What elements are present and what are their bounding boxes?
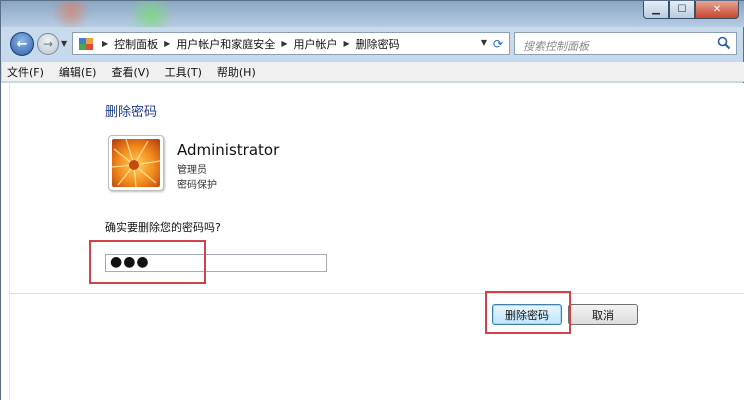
password-highlight-box bbox=[89, 240, 206, 284]
title-bar: ▁ ☐ ✕ bbox=[1, 1, 744, 27]
menu-help[interactable]: 帮助(H) bbox=[217, 64, 256, 80]
breadcrumb-user-accounts[interactable]: 用户帐户 bbox=[293, 36, 337, 52]
breadcrumb-arrow-icon[interactable]: ▶ bbox=[164, 39, 170, 48]
maximize-button[interactable]: ☐ bbox=[669, 1, 695, 19]
search-icon[interactable] bbox=[717, 36, 731, 50]
user-name: Administrator bbox=[177, 141, 280, 159]
breadcrumb-arrow-icon[interactable]: ▶ bbox=[343, 39, 349, 48]
navigation-row: ← → ▼ ▶ 控制面板 ▶ 用户帐户和家庭安全 ▶ 用户帐户 ▶ 删除密码 ▼… bbox=[1, 27, 744, 61]
breadcrumb-control-panel[interactable]: 控制面板 bbox=[114, 36, 158, 52]
breadcrumb-user-accounts-family-safety[interactable]: 用户帐户和家庭安全 bbox=[176, 36, 275, 52]
search-placeholder: 搜索控制面板 bbox=[523, 40, 589, 53]
breadcrumb-arrow-icon[interactable]: ▶ bbox=[102, 39, 108, 48]
section-divider bbox=[10, 293, 744, 294]
user-role: 管理员 bbox=[177, 165, 207, 176]
control-panel-icon bbox=[76, 35, 96, 53]
user-password-status: 密码保护 bbox=[177, 180, 217, 191]
flower-avatar-icon bbox=[112, 139, 160, 187]
menu-file[interactable]: 文件(F) bbox=[7, 64, 44, 80]
search-input[interactable]: 搜索控制面板 bbox=[514, 32, 737, 55]
refresh-icon[interactable]: ⟳ bbox=[489, 35, 507, 52]
title-bar-decoration bbox=[41, 1, 191, 27]
window-controls: ▁ ☐ ✕ bbox=[643, 1, 739, 19]
menu-edit[interactable]: 编辑(E) bbox=[59, 64, 97, 80]
control-panel-window: ▁ ☐ ✕ ← → ▼ ▶ 控制面板 ▶ 用户帐户和家庭安全 ▶ 用户帐户 ▶ bbox=[0, 0, 744, 400]
menu-bar: 文件(F) 编辑(E) 查看(V) 工具(T) 帮助(H) bbox=[2, 62, 744, 82]
forward-button[interactable]: → bbox=[37, 33, 59, 55]
breadcrumb-remove-password[interactable]: 删除密码 bbox=[356, 36, 400, 52]
address-dropdown-icon[interactable]: ▼ bbox=[481, 38, 487, 47]
address-bar[interactable]: ▶ 控制面板 ▶ 用户帐户和家庭安全 ▶ 用户帐户 ▶ 删除密码 ▼ ⟳ bbox=[72, 32, 510, 55]
close-button[interactable]: ✕ bbox=[695, 1, 739, 19]
page-title: 删除密码 bbox=[105, 105, 158, 120]
confirm-prompt: 确实要删除您的密码吗? bbox=[105, 221, 221, 234]
minimize-button[interactable]: ▁ bbox=[643, 1, 669, 19]
cancel-button[interactable]: 取消 bbox=[568, 304, 638, 325]
recent-pages-dropdown-icon[interactable]: ▼ bbox=[61, 39, 67, 48]
menu-view[interactable]: 查看(V) bbox=[111, 64, 149, 80]
user-avatar bbox=[108, 135, 164, 191]
breadcrumb-arrow-icon[interactable]: ▶ bbox=[281, 39, 287, 48]
menu-tools[interactable]: 工具(T) bbox=[165, 64, 202, 80]
content-left-edge bbox=[1, 83, 10, 400]
button-highlight-box bbox=[485, 291, 571, 334]
back-button[interactable]: ← bbox=[10, 32, 34, 56]
